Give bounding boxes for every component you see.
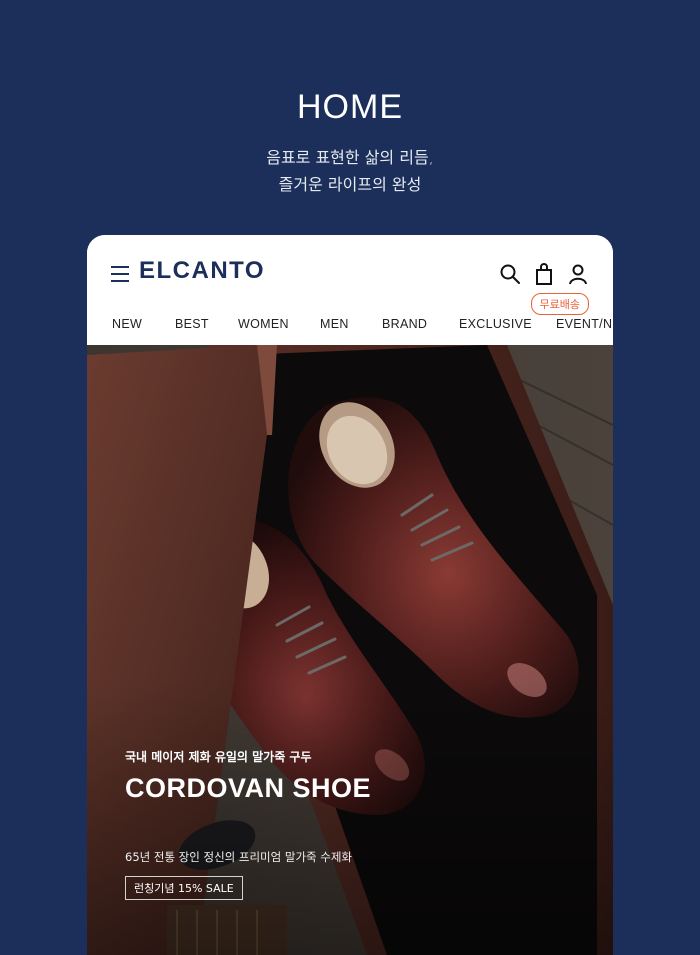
- promo-title: HOME: [297, 88, 403, 126]
- nav-item-best[interactable]: BEST: [175, 317, 209, 331]
- promo-subtitle-line2: 즐거운 라이프의 완성: [278, 175, 422, 194]
- header-actions: [499, 263, 589, 285]
- hero-sale-tag[interactable]: 런칭기념 15% SALE: [125, 876, 243, 900]
- brand-logo[interactable]: ELCANTO: [139, 257, 265, 285]
- device-screen: ELCANTO 무료배송 NEW BEST WOMEN MEN BRAND EX…: [87, 235, 613, 955]
- nav-item-women[interactable]: WOMEN: [238, 317, 289, 331]
- nav-item-men[interactable]: MEN: [320, 317, 349, 331]
- promo-subtitle-line1: 음표로 표현한 삶의 리듬,: [266, 148, 434, 167]
- hero-title: CORDOVAN SHOE: [125, 773, 372, 803]
- hero-banner[interactable]: 국내 메이저 제화 유일의 말가죽 구두 CORDOVAN SHOE 65년 전…: [87, 345, 613, 955]
- hero-description: 65년 전통 장인 정신의 프리미엄 말가죽 수제화: [125, 850, 353, 864]
- app-header: ELCANTO 무료배송 NEW BEST WOMEN MEN BRAND EX…: [87, 235, 613, 345]
- nav-item-brand[interactable]: BRAND: [382, 317, 427, 331]
- menu-icon[interactable]: [111, 266, 129, 282]
- promo-subtitle: 음표로 표현한 삶의 리듬, 즐거운 라이프의 완성: [0, 144, 700, 198]
- search-icon[interactable]: [499, 263, 521, 285]
- user-icon[interactable]: [567, 263, 589, 285]
- hero-eyebrow: 국내 메이저 제화 유일의 말가죽 구두: [125, 750, 312, 764]
- shopping-bag-icon[interactable]: [533, 263, 555, 285]
- free-shipping-badge: 무료배송: [530, 293, 589, 315]
- nav-item-event[interactable]: EVENT/NE: [556, 317, 613, 331]
- nav-item-new[interactable]: NEW: [112, 317, 142, 331]
- nav-item-exclusive[interactable]: EXCLUSIVE: [459, 317, 532, 331]
- category-nav: NEW BEST WOMEN MEN BRAND EXCLUSIVE EVENT…: [87, 317, 613, 345]
